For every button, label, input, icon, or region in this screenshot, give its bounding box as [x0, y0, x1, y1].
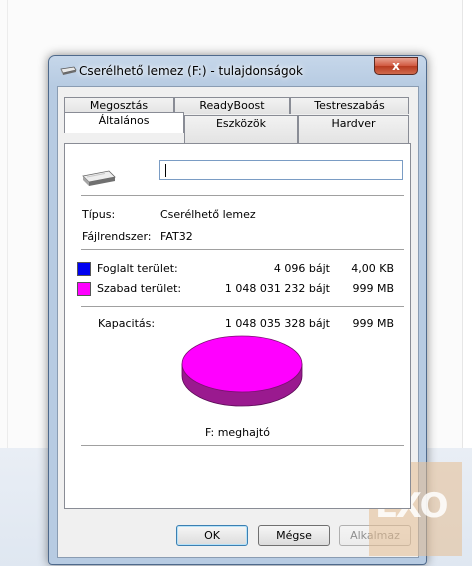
tab-testreszabas[interactable]: Testreszabás	[290, 97, 409, 114]
ok-button[interactable]: OK	[176, 525, 248, 546]
disk-usage-pie-chart	[181, 335, 303, 407]
text-caret	[165, 164, 166, 177]
properties-dialog: Cserélhető lemez (F:) - tulajdonságok x …	[48, 55, 427, 565]
separator	[81, 306, 404, 307]
window-title: Cserélhető lemez (F:) - tulajdonságok	[79, 64, 303, 78]
cancel-button[interactable]: Mégse	[258, 525, 330, 546]
used-space-swatch	[77, 262, 91, 276]
dialog-client-area: Megosztás ReadyBoost Testreszabás Általá…	[57, 86, 419, 558]
pie-free-slice	[181, 335, 303, 393]
tab-hardver[interactable]: Hardver	[298, 115, 409, 143]
background-divider	[7, 0, 8, 448]
capacity-size: 999 MB	[352, 317, 394, 330]
separator	[81, 249, 404, 250]
type-value: Cserélhető lemez	[160, 208, 256, 221]
tab-eszkozok[interactable]: Eszközök	[184, 115, 298, 143]
capacity-label: Kapacitás:	[98, 317, 156, 330]
close-button[interactable]: x	[374, 57, 418, 75]
title-bar[interactable]: Cserélhető lemez (F:) - tulajdonságok x	[49, 56, 426, 86]
type-label: Típus:	[82, 208, 116, 221]
drive-letter-label: F: meghajtó	[205, 426, 270, 439]
drive-name-input[interactable]	[159, 160, 403, 180]
free-space-swatch	[77, 282, 91, 296]
free-space-size: 999 MB	[352, 282, 394, 295]
used-space-label: Foglalt terület:	[97, 262, 178, 275]
capacity-bytes: 1 048 035 328 bájt	[224, 317, 330, 330]
free-space-bytes: 1 048 031 232 bájt	[224, 282, 330, 295]
tab-altalanos[interactable]: Általános	[64, 112, 184, 133]
filesystem-label: Fájlrendszer:	[82, 230, 152, 243]
separator	[81, 195, 404, 196]
removable-drive-icon	[82, 170, 116, 186]
separator	[81, 445, 404, 446]
general-tab-panel: Típus: Cserélhető lemez Fájlrendszer: FA…	[64, 143, 411, 509]
removable-drive-icon	[60, 66, 77, 75]
used-space-size: 4,00 KB	[351, 262, 394, 275]
tab-readyboost[interactable]: ReadyBoost	[174, 97, 290, 114]
free-space-label: Szabad terület:	[97, 282, 182, 295]
used-space-bytes: 4 096 bájt	[273, 262, 330, 275]
filesystem-value: FAT32	[160, 230, 193, 243]
